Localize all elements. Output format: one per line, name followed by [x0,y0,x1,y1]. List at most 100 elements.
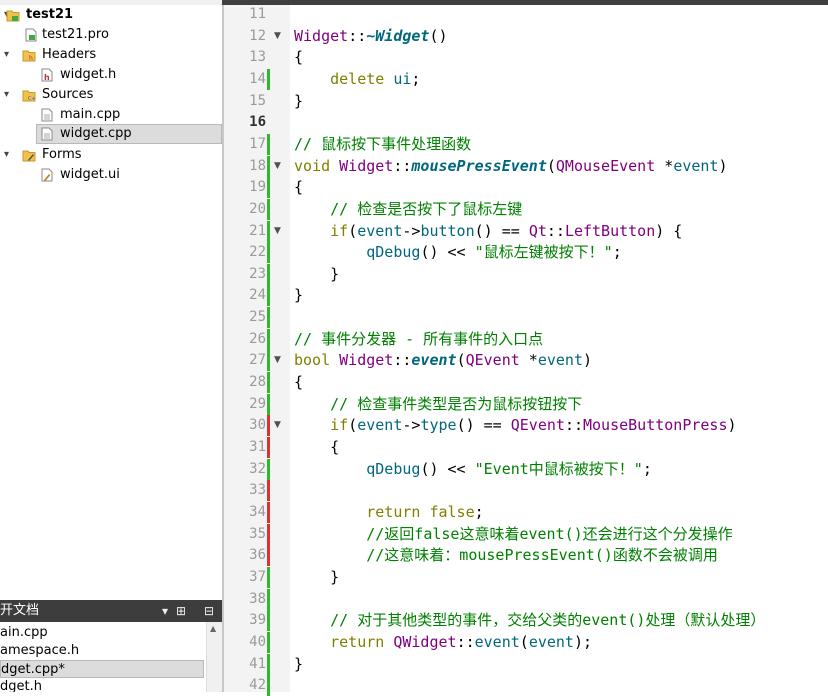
code-text[interactable]: qDebug() << "Event中鼠标被按下！"; [294,459,652,480]
code-text[interactable]: // 对于其他类型的事件，交给父类的event()处理（默认处理） [294,610,765,631]
added-line-marker [267,242,270,264]
code-line[interactable]: 34 return false; [0,501,828,523]
line-number: 18 [249,157,266,174]
line-number: 26 [249,330,266,347]
added-line-marker [267,653,270,675]
line-number: 32 [249,460,266,477]
code-line[interactable]: 17 // 鼠标按下事件处理函数 [0,133,828,155]
code-line[interactable]: 35 //返回false这意味着event()还会进行这个分发操作 [0,523,828,545]
code-line[interactable]: 33 [0,480,828,502]
added-line-marker [267,307,270,329]
code-line[interactable]: 15} [0,91,828,112]
code-text[interactable]: return QWidget::event(event); [294,632,592,653]
added-line-marker [267,610,270,632]
code-line[interactable]: 23 } [0,263,828,285]
code-line[interactable]: 13 { [0,47,828,68]
modified-line-marker [267,501,270,523]
code-text[interactable]: } [294,285,303,306]
fold-arrow-icon[interactable]: ▼ [274,221,281,242]
code-text[interactable]: } [294,567,339,588]
line-number: 34 [249,503,266,520]
code-line[interactable]: 42 [0,675,828,696]
line-number: 11 [249,6,266,22]
code-text[interactable]: } [294,654,303,675]
code-line[interactable]: 19 { [0,177,828,199]
code-line[interactable]: 27 ▼ bool Widget::event(QEvent *event) [0,350,828,372]
line-number: 28 [249,374,266,391]
line-number: 38 [249,590,266,607]
code-line[interactable]: 38 [0,588,828,610]
line-number: 35 [249,525,266,542]
line-number: 15 [249,92,266,109]
code-text[interactable]: // 检查是否按下了鼠标左键 [294,199,522,220]
code-line[interactable]: 18 ▼ void Widget::mousePressEvent(QMouseEv… [0,155,828,177]
modified-line-marker [267,437,270,458]
code-line[interactable]: 30 ▼ if(event->type() == QEvent::MouseBut… [0,415,828,437]
code-line[interactable]: 40 return QWidget::event(event); [0,631,828,653]
fold-arrow-icon[interactable]: ▼ [274,415,281,436]
modified-line-marker [267,545,270,567]
code-line[interactable]: 31 { [0,437,828,458]
code-text[interactable]: { [294,437,339,458]
code-text[interactable]: // 事件分发器 - 所有事件的入口点 [294,329,543,350]
line-number: 13 [249,49,266,66]
code-text[interactable]: //这意味着：mousePressEvent()函数不会被调用 [294,545,718,566]
line-number: 33 [249,482,266,499]
line-number: 12 [249,27,266,44]
modified-line-marker [267,415,270,437]
code-text[interactable]: void Widget::mousePressEvent(QMouseEvent… [294,156,728,177]
code-line[interactable]: 11 [0,4,828,25]
code-line[interactable]: 16 [0,112,828,133]
added-line-marker [267,675,270,696]
code-text[interactable]: bool Widget::event(QEvent *event) [294,350,592,371]
code-text[interactable]: //返回false这意味着event()还会进行这个分发操作 [294,524,732,545]
code-line[interactable]: 20 // 检查是否按下了鼠标左键 [0,198,828,220]
code-line[interactable]: 24} [0,285,828,307]
code-line[interactable]: 21 ▼ if(event->button() == Qt::LeftButton… [0,220,828,242]
fold-arrow-icon[interactable]: ▼ [274,156,281,177]
code-text[interactable]: if(event->button() == Qt::LeftButton) { [294,221,682,242]
code-line[interactable]: 32 qDebug() << "Event中鼠标被按下！"; [0,458,828,480]
line-number: 37 [249,568,266,585]
code-line[interactable]: 29 // 检查事件类型是否为鼠标按钮按下 [0,393,828,415]
code-line[interactable]: 26 // 事件分发器 - 所有事件的入口点 [0,328,828,350]
line-number: 40 [249,633,266,650]
code-line[interactable]: 37 } [0,566,828,588]
code-text[interactable]: // 检查事件类型是否为鼠标按钮按下 [294,394,582,415]
code-text[interactable]: } [294,91,303,112]
code-line[interactable]: 25 [0,307,828,329]
line-number: 21 [249,222,266,239]
code-text[interactable]: // 鼠标按下事件处理函数 [294,134,471,155]
code-line[interactable]: 12 ▼ Widget::~Widget() [0,26,828,47]
code-line[interactable]: 36 //这意味着：mousePressEvent()函数不会被调用 [0,545,828,567]
code-text[interactable]: return false; [294,502,483,523]
code-text[interactable]: if(event->type() == QEvent::MouseButtonP… [294,415,736,436]
fold-arrow-icon[interactable]: ▼ [274,26,281,47]
code-line[interactable]: 14 delete ui; [0,68,828,90]
line-number: 29 [249,395,266,412]
code-line[interactable]: 28 { [0,372,828,394]
code-line[interactable]: 22 qDebug() << "鼠标左键被按下！"; [0,242,828,264]
code-text[interactable]: { [294,177,303,198]
added-line-marker [267,220,270,242]
line-number: 27 [249,352,266,369]
line-number: 36 [249,547,266,564]
code-text[interactable]: } [294,264,339,285]
line-number: 30 [249,417,266,434]
line-number: 20 [249,200,266,217]
code-text[interactable]: delete ui; [294,69,420,90]
added-line-marker [267,328,270,350]
line-number: 41 [249,655,266,672]
code-line[interactable]: 41} [0,653,828,675]
code-text[interactable]: qDebug() << "鼠标左键被按下！"; [294,242,621,263]
added-line-marker [267,566,270,588]
added-line-marker [267,155,270,177]
line-number: 16 [249,114,266,131]
added-line-marker [267,458,270,480]
code-text[interactable]: { [294,47,303,68]
code-text[interactable]: { [294,372,303,393]
fold-arrow-icon[interactable]: ▼ [274,350,281,371]
line-number: 39 [249,612,266,629]
code-line[interactable]: 39 // 对于其他类型的事件，交给父类的event()处理（默认处理） [0,610,828,632]
code-text[interactable]: Widget::~Widget() [294,26,448,47]
